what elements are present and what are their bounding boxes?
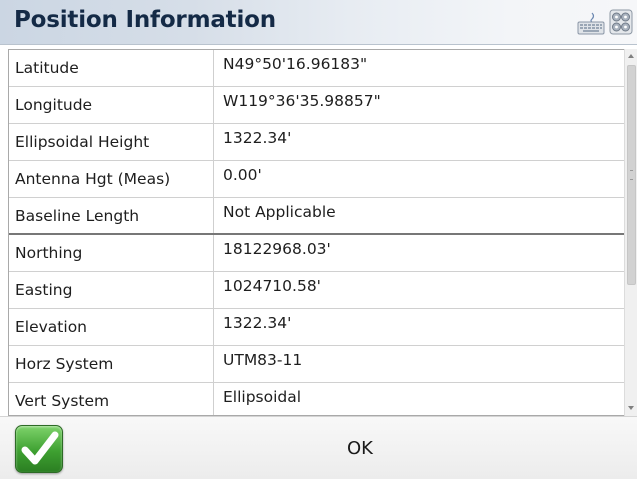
- table-row[interactable]: Northing 18122968.03': [9, 235, 625, 272]
- row-label: Easting: [9, 272, 214, 308]
- page-title: Position Information: [14, 7, 276, 33]
- row-value: 0.00': [223, 166, 262, 184]
- row-value: N49°50'16.96183": [223, 55, 368, 73]
- bottom-bar: OK: [0, 416, 637, 479]
- row-value: 1322.34': [223, 314, 292, 332]
- accept-button[interactable]: [15, 425, 63, 473]
- row-label: Vert System: [9, 383, 214, 415]
- row-label: Ellipsoidal Height: [9, 124, 214, 160]
- row-label: Antenna Hgt (Meas): [9, 161, 214, 197]
- table-row[interactable]: Horz System UTM83-11: [9, 346, 625, 383]
- scrollbar-thumb[interactable]: [627, 65, 636, 285]
- scroll-down-arrow-icon[interactable]: [628, 406, 634, 410]
- title-bar: Position Information: [0, 0, 637, 45]
- scroll-up-arrow-icon[interactable]: [628, 54, 634, 58]
- row-value: UTM83-11: [223, 351, 303, 369]
- row-label: Horz System: [9, 346, 214, 382]
- position-table[interactable]: Latitude N49°50'16.96183" Longitude W119…: [8, 49, 626, 416]
- row-label: Baseline Length: [9, 198, 214, 233]
- ok-button[interactable]: OK: [300, 429, 420, 469]
- vertical-scrollbar[interactable]: [624, 49, 637, 416]
- row-value: W119°36'35.98857": [223, 92, 381, 110]
- checkmark-icon: [21, 431, 59, 465]
- row-value: Ellipsoidal: [223, 388, 302, 406]
- table-row[interactable]: Elevation 1322.34': [9, 309, 625, 346]
- row-label: Elevation: [9, 309, 214, 345]
- row-value: 1322.34': [223, 129, 292, 147]
- keyboard-icon[interactable]: [577, 11, 605, 35]
- table-row[interactable]: Ellipsoidal Height 1322.34': [9, 124, 625, 161]
- row-label: Northing: [9, 235, 214, 271]
- table-row[interactable]: Easting 1024710.58': [9, 272, 625, 309]
- table-row[interactable]: Longitude W119°36'35.98857": [9, 87, 625, 124]
- grip-icon: [630, 170, 633, 180]
- row-value: 18122968.03': [223, 240, 331, 258]
- row-label: Latitude: [9, 50, 214, 86]
- table-row[interactable]: Antenna Hgt (Meas) 0.00': [9, 161, 625, 198]
- table-row[interactable]: Latitude N49°50'16.96183": [9, 50, 625, 87]
- table-row[interactable]: Vert System Ellipsoidal: [9, 383, 625, 415]
- row-value: Not Applicable: [223, 203, 336, 221]
- table-row[interactable]: Baseline Length Not Applicable: [9, 198, 625, 235]
- row-value: 1024710.58': [223, 277, 321, 295]
- row-label: Longitude: [9, 87, 214, 123]
- settings-icon[interactable]: [609, 9, 633, 35]
